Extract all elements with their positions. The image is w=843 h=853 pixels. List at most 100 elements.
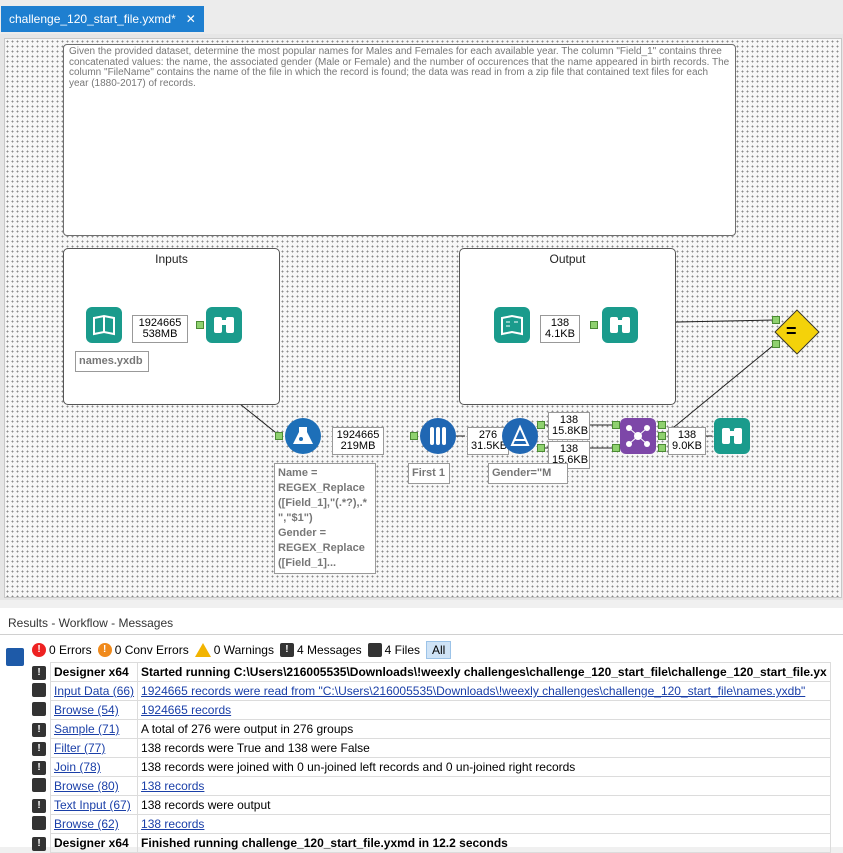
text-input-tool-icon[interactable]	[494, 307, 530, 343]
file-icon	[32, 815, 46, 830]
filter-annotation: Gender="M	[488, 463, 568, 484]
sample-input-anchor[interactable]	[410, 432, 418, 440]
row-tool[interactable]: Sample (71)	[49, 719, 139, 739]
filter-errors-label: 0 Errors	[49, 643, 92, 657]
filter-files[interactable]: 4 Files	[367, 643, 421, 657]
msg-icon: !	[32, 666, 46, 680]
messages-table: ! Designer x64 Started running C:\Users\21…	[30, 662, 831, 853]
table-row[interactable]: ! Designer x64 Started running C:\Users\21…	[30, 662, 831, 682]
filter-tool-icon[interactable]	[502, 418, 538, 454]
row-message: Finished running challenge_120_start_fil…	[137, 833, 831, 853]
table-row[interactable]: ! Designer x64 Finished running challenge_…	[30, 833, 831, 853]
browse-80-tool-icon[interactable]	[714, 418, 750, 454]
row-message[interactable]: 138 records	[137, 814, 831, 834]
row-message[interactable]: 1924665 records	[137, 700, 831, 720]
comment-box[interactable]: Given the provided dataset, determine th…	[63, 44, 736, 236]
formula-size: 219MB	[340, 440, 376, 452]
document-tab-bar: challenge_120_start_file.yxmd* ✕	[0, 0, 843, 34]
filter-conv-errors[interactable]: ! 0 Conv Errors	[97, 643, 189, 657]
warning-icon	[194, 643, 211, 657]
filter-errors[interactable]: ! 0 Errors	[32, 643, 92, 657]
formula-annotation: Name = REGEX_Replace ([Field_1],"(.*?),.…	[274, 463, 376, 574]
table-row[interactable]: ! Join (78) 138 records were joined with 0…	[30, 757, 831, 777]
sample-tool-icon[interactable]	[420, 418, 456, 454]
join-record-count: 138 9.0KB	[668, 427, 706, 455]
row-tool[interactable]: Browse (62)	[49, 814, 139, 834]
file-icon	[32, 701, 46, 716]
results-title: Results - Workflow - Messages	[8, 616, 174, 630]
table-row[interactable]: ! Text Input (67) 138 records were output	[30, 795, 831, 815]
error-icon: !	[32, 643, 46, 657]
row-tool[interactable]: Filter (77)	[49, 738, 139, 758]
input-record-count: 1924665 538MB	[132, 315, 188, 343]
join-tool-icon[interactable]	[620, 418, 656, 454]
input-anchor[interactable]	[196, 321, 204, 329]
input-annotation: names.yxdb	[75, 351, 149, 372]
join-j-output-anchor[interactable]	[658, 432, 666, 440]
conv-error-icon: !	[97, 643, 112, 657]
input-data-tool-icon[interactable]	[86, 307, 122, 343]
row-message[interactable]: 1924665 records were read from "C:\Users…	[137, 681, 831, 701]
row-message[interactable]: 138 records	[137, 776, 831, 796]
filter-files-label: 4 Files	[384, 643, 421, 657]
join-l-output-anchor[interactable]	[658, 421, 666, 429]
close-icon[interactable]: ✕	[186, 6, 196, 32]
row-icon-cell	[30, 701, 51, 720]
filter-messages-label: 4 Messages	[296, 643, 362, 657]
filter-all[interactable]: All	[426, 641, 452, 659]
equals-icon: =	[786, 321, 797, 341]
test-anchor-e[interactable]	[772, 316, 780, 324]
msg-icon: !	[32, 761, 46, 775]
row-icon-cell	[30, 777, 51, 796]
filter-conv-errors-label: 0 Conv Errors	[114, 643, 189, 657]
filter-true-anchor[interactable]	[537, 421, 545, 429]
row-tool[interactable]: Browse (80)	[49, 776, 139, 796]
filter-false-anchor[interactable]	[537, 444, 545, 452]
table-row[interactable]: ! Sample (71) A total of 276 were output i…	[30, 719, 831, 739]
formula-input-anchor[interactable]	[275, 432, 283, 440]
row-message: Started running C:\Users\216005535\Downl…	[137, 662, 831, 682]
message-icon: !	[279, 643, 294, 657]
table-row[interactable]: Browse (54) 1924665 records	[30, 700, 831, 720]
join-left-anchor[interactable]	[612, 421, 620, 429]
msg-icon: !	[32, 742, 46, 756]
row-tool[interactable]: Text Input (67)	[49, 795, 139, 815]
row-tool: Designer x64	[49, 833, 139, 853]
msg-icon: !	[32, 799, 46, 813]
row-tool[interactable]: Input Data (66)	[49, 681, 139, 701]
formula-tool-icon[interactable]	[285, 418, 321, 454]
test-anchor-a[interactable]	[772, 340, 780, 348]
results-pane: Results - Workflow - Messages ! 0 Errors …	[0, 608, 843, 853]
filter-messages[interactable]: ! 4 Messages	[279, 643, 362, 657]
results-grid-icon[interactable]	[6, 648, 24, 666]
browse-54-tool-icon[interactable]	[206, 307, 242, 343]
join-right-anchor[interactable]	[612, 444, 620, 452]
filter-warnings[interactable]: 0 Warnings	[194, 643, 274, 657]
input-size: 538MB	[142, 328, 178, 340]
formula-record-count: 1924665 219MB	[332, 427, 384, 455]
container-title-output: Output	[549, 252, 586, 266]
browse-62-tool-icon[interactable]	[602, 307, 638, 343]
output-record-count: 138 4.1KB	[540, 315, 580, 343]
join-r-output-anchor[interactable]	[658, 444, 666, 452]
sample-size: 31.5KB	[471, 440, 508, 452]
tab-workflow[interactable]: challenge_120_start_file.yxmd* ✕	[1, 6, 204, 32]
tab-title: challenge_120_start_file.yxmd*	[9, 12, 176, 26]
msg-icon: !	[32, 837, 46, 851]
table-row[interactable]: Browse (62) 138 records	[30, 814, 831, 834]
row-icon-cell: !	[30, 796, 51, 815]
row-tool: Designer x64	[49, 662, 139, 682]
table-row[interactable]: Input Data (66) 1924665 records were read…	[30, 681, 831, 701]
row-tool[interactable]: Join (78)	[49, 757, 139, 777]
row-icon-cell: !	[30, 758, 51, 777]
results-filter-bar: ! 0 Errors ! 0 Conv Errors 0 Warnings ! 4 M…	[26, 640, 452, 660]
container-title-inputs: Inputs	[155, 252, 188, 266]
folder-icon	[32, 682, 46, 697]
output-anchor[interactable]	[590, 321, 598, 329]
row-tool[interactable]: Browse (54)	[49, 700, 139, 720]
table-row[interactable]: ! Filter (77) 138 records were True and 13…	[30, 738, 831, 758]
row-icon-cell: !	[30, 739, 51, 758]
filter-true-count: 138 15.8KB	[548, 412, 590, 440]
row-icon-cell: !	[30, 663, 51, 682]
table-row[interactable]: Browse (80) 138 records	[30, 776, 831, 796]
